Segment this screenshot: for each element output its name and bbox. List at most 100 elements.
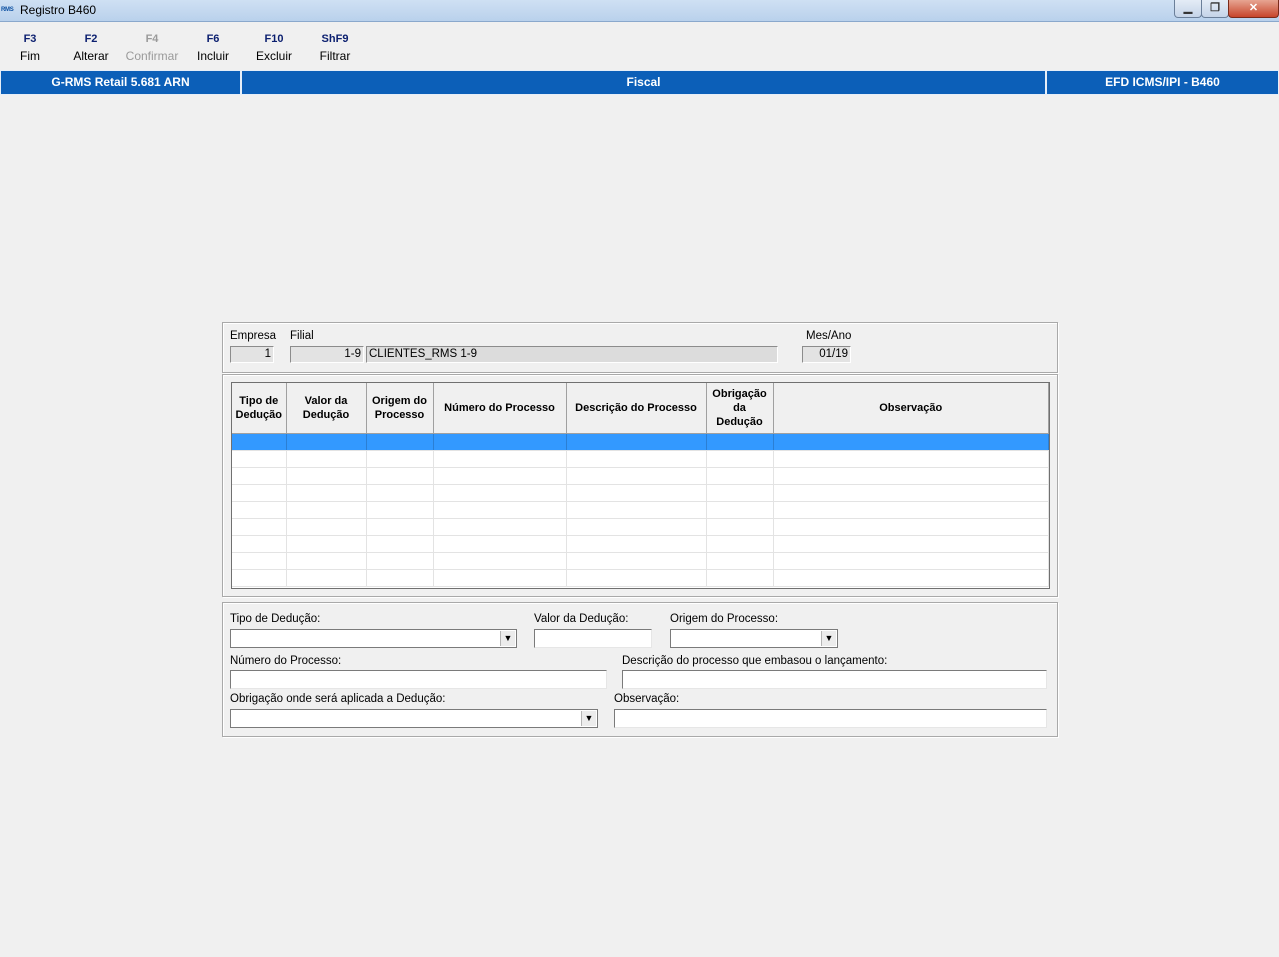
table-row[interactable]: [232, 433, 1049, 451]
table-cell[interactable]: [706, 450, 774, 468]
table-cell[interactable]: [366, 450, 434, 468]
table-row[interactable]: [232, 501, 1049, 519]
table-cell[interactable]: [232, 518, 287, 536]
table-cell[interactable]: [232, 450, 287, 468]
table-cell[interactable]: [433, 518, 567, 536]
table-cell[interactable]: [232, 552, 287, 570]
table-cell[interactable]: [566, 518, 707, 536]
table-cell[interactable]: [286, 450, 367, 468]
table-cell[interactable]: [232, 484, 287, 502]
table-cell[interactable]: [773, 433, 1049, 451]
table-cell[interactable]: [566, 467, 707, 485]
chevron-down-icon[interactable]: ▼: [821, 631, 836, 646]
table-cell[interactable]: [232, 467, 287, 485]
table-cell[interactable]: [566, 450, 707, 468]
table-cell[interactable]: [366, 467, 434, 485]
table-cell[interactable]: [566, 484, 707, 502]
table-cell[interactable]: [366, 552, 434, 570]
table-cell[interactable]: [366, 484, 434, 502]
table-cell[interactable]: [773, 569, 1049, 587]
table-cell[interactable]: [566, 433, 707, 451]
excluir-button[interactable]: F10 Excluir: [244, 30, 304, 64]
table-cell[interactable]: [566, 535, 707, 553]
col-header-obrigacao-deducao[interactable]: Obrigação da Dedução: [706, 383, 774, 434]
col-header-descricao-processo[interactable]: Descrição do Processo: [566, 383, 707, 434]
table-cell[interactable]: [366, 569, 434, 587]
table-cell[interactable]: [706, 501, 774, 519]
filtrar-button[interactable]: ShF9 Filtrar: [305, 30, 365, 64]
table-cell[interactable]: [433, 535, 567, 553]
table-cell[interactable]: [433, 552, 567, 570]
table-cell[interactable]: [286, 518, 367, 536]
table-cell[interactable]: [566, 569, 707, 587]
table-cell[interactable]: [433, 484, 567, 502]
incluir-button[interactable]: F6 Incluir: [183, 30, 243, 64]
valor-deducao-input[interactable]: [534, 629, 652, 648]
table-cell[interactable]: [232, 501, 287, 519]
fim-button[interactable]: F3 Fim: [0, 30, 60, 64]
table-cell[interactable]: [773, 501, 1049, 519]
table-row[interactable]: [232, 552, 1049, 570]
col-header-valor-deducao[interactable]: Valor da Dedução: [286, 383, 367, 434]
col-header-observacao[interactable]: Observação: [773, 383, 1049, 434]
table-cell[interactable]: [566, 552, 707, 570]
table-cell[interactable]: [773, 535, 1049, 553]
table-cell[interactable]: [566, 501, 707, 519]
table-cell[interactable]: [433, 501, 567, 519]
chevron-down-icon[interactable]: ▼: [500, 631, 515, 646]
table-row[interactable]: [232, 467, 1049, 485]
observacao-label: Observação:: [614, 693, 680, 705]
table-row[interactable]: [232, 518, 1049, 536]
table-row[interactable]: [232, 569, 1049, 587]
col-header-tipo-deducao[interactable]: Tipo de Dedução: [232, 383, 287, 434]
table-cell[interactable]: [433, 450, 567, 468]
chevron-down-icon[interactable]: ▼: [581, 711, 596, 726]
confirmar-button[interactable]: F4 Confirmar: [122, 30, 182, 64]
table-cell[interactable]: [366, 535, 434, 553]
table-cell[interactable]: [366, 501, 434, 519]
obrigacao-select[interactable]: ▼: [230, 709, 598, 728]
descricao-processo-input[interactable]: [622, 670, 1047, 689]
table-cell[interactable]: [433, 467, 567, 485]
table-cell[interactable]: [366, 518, 434, 536]
origem-processo-select[interactable]: ▼: [670, 629, 838, 648]
table-cell[interactable]: [232, 569, 287, 587]
table-row[interactable]: [232, 484, 1049, 502]
minimize-button[interactable]: ▁: [1174, 0, 1202, 18]
observacao-input[interactable]: [614, 709, 1047, 728]
table-cell[interactable]: [286, 552, 367, 570]
table-cell[interactable]: [433, 569, 567, 587]
table-cell[interactable]: [232, 535, 287, 553]
close-button[interactable]: ✕: [1228, 0, 1279, 18]
table-row[interactable]: [232, 535, 1049, 553]
tipo-deducao-select[interactable]: ▼: [230, 629, 517, 648]
table-cell[interactable]: [286, 535, 367, 553]
deductions-grid[interactable]: Tipo de Dedução Valor da Dedução Origem …: [231, 382, 1050, 589]
table-cell[interactable]: [706, 552, 774, 570]
table-cell[interactable]: [706, 433, 774, 451]
col-header-numero-processo[interactable]: Número do Processo: [433, 383, 567, 434]
table-cell[interactable]: [773, 467, 1049, 485]
col-header-origem-processo[interactable]: Origem do Processo: [366, 383, 434, 434]
table-cell[interactable]: [232, 433, 287, 451]
table-cell[interactable]: [433, 433, 567, 451]
table-cell[interactable]: [773, 484, 1049, 502]
maximize-button[interactable]: ❐: [1201, 0, 1229, 18]
table-cell[interactable]: [773, 552, 1049, 570]
table-cell[interactable]: [773, 518, 1049, 536]
table-row[interactable]: [232, 450, 1049, 468]
table-cell[interactable]: [706, 518, 774, 536]
table-cell[interactable]: [706, 484, 774, 502]
alterar-button[interactable]: F2 Alterar: [61, 30, 121, 64]
table-cell[interactable]: [706, 535, 774, 553]
table-cell[interactable]: [286, 569, 367, 587]
table-cell[interactable]: [286, 433, 367, 451]
table-cell[interactable]: [286, 484, 367, 502]
table-cell[interactable]: [286, 501, 367, 519]
table-cell[interactable]: [366, 433, 434, 451]
numero-processo-input[interactable]: [230, 670, 607, 689]
table-cell[interactable]: [286, 467, 367, 485]
table-cell[interactable]: [773, 450, 1049, 468]
table-cell[interactable]: [706, 569, 774, 587]
table-cell[interactable]: [706, 467, 774, 485]
